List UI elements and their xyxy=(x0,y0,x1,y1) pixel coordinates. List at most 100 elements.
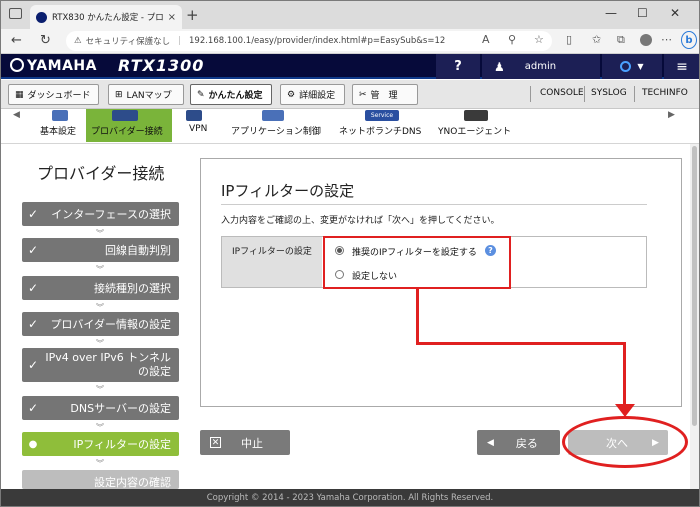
url-separator: | xyxy=(178,36,181,46)
feature-item-vpn[interactable]: VPN xyxy=(189,124,207,134)
menu-divider xyxy=(584,86,585,102)
reload-icon[interactable]: ↻ xyxy=(40,33,51,48)
status-circle-icon xyxy=(620,61,632,72)
copyright-footer: Copyright © 2014 - 2023 Yamaha Corporati… xyxy=(0,489,700,507)
zoom-icon[interactable]: ⚲ xyxy=(508,33,516,46)
check-icon: ✓ xyxy=(27,358,39,372)
step-label: 設定内容の確認 xyxy=(94,476,171,489)
step-ip-filter: ● IPフィルターの設定 xyxy=(22,432,179,456)
yamaha-logo: YAMAHA xyxy=(10,58,97,74)
step-interface: ✓ インターフェースの選択 xyxy=(22,202,179,226)
step-label-line2: の設定 xyxy=(138,365,171,378)
help-label: ? xyxy=(454,59,462,74)
sidebar-title: プロバイダー接続 xyxy=(37,164,165,183)
url-field[interactable]: ⚠ セキュリティ保護なし | 192.168.100.1/easy/provid… xyxy=(66,31,552,51)
check-icon: ✓ xyxy=(27,281,39,295)
app-control-icon xyxy=(262,110,284,121)
lanmap-label: LANマップ xyxy=(126,91,172,101)
new-tab-button[interactable]: + xyxy=(186,6,199,24)
user-name: admin xyxy=(524,61,557,72)
collections-icon[interactable]: ⧉ xyxy=(617,33,625,47)
step-label: プロバイダー情報の設定 xyxy=(50,318,171,331)
bing-icon[interactable]: b xyxy=(681,31,697,49)
syslog-link[interactable]: SYSLOG xyxy=(591,88,627,98)
feature-item-app-control[interactable]: アプリケーション制御 xyxy=(231,124,321,137)
scrollbar-thumb[interactable] xyxy=(692,146,697,426)
management-button[interactable]: ✂ 管 理 xyxy=(352,84,418,105)
annotation-ellipse xyxy=(562,416,688,468)
easy-setup-label: かんたん設定 xyxy=(208,91,263,101)
back-button[interactable]: ◀ 戻る xyxy=(477,430,560,455)
feature-item-provider[interactable]: プロバイダー接続 xyxy=(91,124,163,137)
step-label: IPフィルターの設定 xyxy=(73,438,171,451)
favorite-star-icon[interactable]: ☆ xyxy=(534,33,544,46)
favorites-icon[interactable]: ✩ xyxy=(592,33,601,46)
help-button[interactable]: ? xyxy=(436,54,480,79)
step-label: 回線自動判別 xyxy=(105,244,171,257)
step-connection-type: ✓ 接続種別の選択 xyxy=(22,276,179,300)
techinfo-link[interactable]: TECHINFO xyxy=(642,88,688,98)
step-dns-server: ✓ DNSサーバーの設定 xyxy=(22,396,179,420)
menu-dots-icon[interactable]: ⋯ xyxy=(661,33,672,46)
step-ipv4-over-ipv6: ✓ IPv4 over IPv6 トンネル の設定 xyxy=(22,348,179,382)
cancel-icon: ✕ xyxy=(210,437,221,448)
title-divider xyxy=(221,204,647,205)
split-screen-icon[interactable]: ▯ xyxy=(566,33,572,46)
management-label: 管 理 xyxy=(370,91,398,101)
detail-settings-label: 詳細設定 xyxy=(299,91,336,101)
maximize-icon[interactable]: ☐ xyxy=(637,6,648,20)
browser-tab[interactable]: RTX830 かんたん設定 - プロバイダー × xyxy=(30,5,182,29)
easy-setup-button[interactable]: ✎ かんたん設定 xyxy=(190,84,272,105)
check-icon: ✓ xyxy=(27,243,39,257)
tab-title: RTX830 かんたん設定 - プロバイダー xyxy=(52,13,164,23)
read-aloud-icon[interactable]: A xyxy=(482,33,490,46)
console-link[interactable]: CONSOLE xyxy=(540,88,584,98)
step-arrow-icon: ︾ xyxy=(96,459,104,468)
url-host: 192.168.100.1 xyxy=(189,36,252,46)
wand-icon: ✎ xyxy=(197,89,205,100)
yno-agent-icon xyxy=(464,110,488,121)
detail-settings-button[interactable]: ⚙ 詳細設定 xyxy=(280,84,345,105)
lanmap-button[interactable]: ⊞ LANマップ xyxy=(108,84,184,105)
hamburger-menu-button[interactable]: ≡ xyxy=(664,54,700,79)
basic-settings-icon xyxy=(52,110,68,121)
warning-icon: ⚠ xyxy=(74,36,82,46)
feature-item-basic[interactable]: 基本設定 xyxy=(40,124,76,137)
vpn-icon xyxy=(186,110,202,121)
dashboard-button[interactable]: ▦ ダッシュボード xyxy=(8,84,99,105)
step-arrow-icon: ︾ xyxy=(96,265,104,274)
check-icon: ✓ xyxy=(27,317,39,331)
left-arrow-icon: ◀ xyxy=(487,437,494,448)
cancel-label: 中止 xyxy=(241,436,263,450)
url-path: /easy/provider/index.html#p=EasySub&s=12 xyxy=(251,36,446,46)
model-name: RTX1300 xyxy=(118,56,205,75)
service-badge: Service xyxy=(365,110,399,121)
cancel-button[interactable]: ✕ 中止 xyxy=(200,430,290,455)
tab-close-icon[interactable]: × xyxy=(168,12,176,23)
step-label: インターフェースの選択 xyxy=(51,208,171,221)
page-title: IPフィルターの設定 xyxy=(221,182,355,200)
step-label-line1: IPv4 over IPv6 トンネル xyxy=(45,351,171,364)
scroll-left-icon[interactable]: ◀ xyxy=(13,110,20,120)
tuning-fork-logo-icon xyxy=(10,58,24,72)
user-menu[interactable]: ♟ admin xyxy=(482,54,600,79)
sidebar-toggle-icon[interactable] xyxy=(9,8,22,19)
dashboard-icon: ▦ xyxy=(15,89,24,100)
check-icon: ✓ xyxy=(27,401,39,415)
annotation-line-down xyxy=(623,342,626,406)
user-icon: ♟ xyxy=(494,59,505,74)
profile-icon[interactable] xyxy=(640,34,652,46)
minimize-icon[interactable]: — xyxy=(605,6,617,20)
page-description: 入力内容をご確認の上、変更がなければ「次へ」を押してください。 xyxy=(221,216,500,226)
annotation-highlight-box xyxy=(323,236,511,289)
back-arrow-icon[interactable]: ← xyxy=(11,33,22,48)
feature-item-yno[interactable]: YNOエージェント xyxy=(438,124,511,137)
yamaha-favicon xyxy=(36,11,47,23)
close-window-icon[interactable]: ✕ xyxy=(670,6,680,20)
step-arrow-icon: ︾ xyxy=(96,385,104,394)
scroll-right-icon[interactable]: ▶ xyxy=(668,110,675,120)
step-provider-info: ✓ プロバイダー情報の設定 xyxy=(22,312,179,336)
status-menu[interactable]: ▼ xyxy=(602,54,662,79)
brand-name: YAMAHA xyxy=(27,58,97,74)
feature-item-netvolante[interactable]: ネットボランチDNS xyxy=(339,124,421,137)
